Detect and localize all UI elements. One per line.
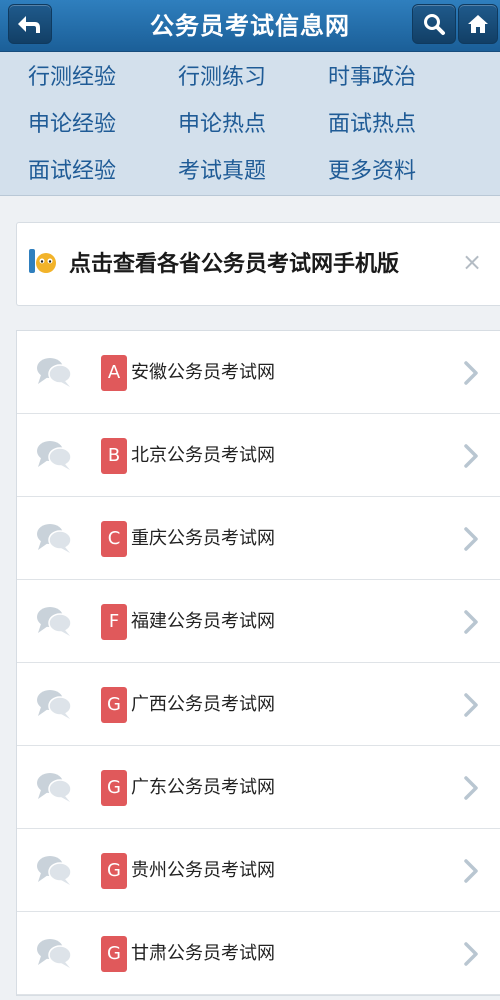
chevron-right-icon bbox=[464, 942, 478, 966]
category-link[interactable]: 面试经验 bbox=[28, 152, 178, 192]
province-name: 广东公务员考试网 bbox=[131, 777, 275, 798]
list-item[interactable]: G 广西公务员考试网 bbox=[17, 663, 500, 746]
chat-bubble-icon bbox=[37, 524, 72, 553]
chat-bubble-icon bbox=[37, 358, 72, 387]
chat-bubble-icon bbox=[37, 939, 72, 968]
chat-bubble-icon bbox=[37, 690, 72, 719]
category-link[interactable]: 行测练习 bbox=[178, 58, 328, 98]
list-item[interactable]: A 安徽公务员考试网 bbox=[17, 331, 500, 414]
top-bar: 公务员考试信息网 bbox=[0, 0, 500, 52]
province-name: 甘肃公务员考试网 bbox=[131, 943, 275, 964]
letter-badge: A bbox=[101, 355, 127, 391]
chevron-right-icon bbox=[464, 859, 478, 883]
category-link[interactable]: 申论热点 bbox=[178, 105, 328, 145]
letter-badge: G bbox=[101, 770, 127, 806]
letter-badge: G bbox=[101, 853, 127, 889]
province-name: 安徽公务员考试网 bbox=[131, 362, 275, 383]
chevron-right-icon bbox=[464, 610, 478, 634]
chat-bubble-icon bbox=[37, 856, 72, 885]
category-link[interactable]: 行测经验 bbox=[28, 58, 178, 98]
list-item[interactable]: G 甘肃公务员考试网 bbox=[17, 912, 500, 995]
letter-badge: G bbox=[101, 687, 127, 723]
mobile-version-notice[interactable]: 点击查看各省公务员考试网手机版 × bbox=[16, 222, 500, 306]
chat-bubble-icon bbox=[37, 441, 72, 470]
home-icon bbox=[468, 15, 488, 33]
list-item[interactable]: G 贵州公务员考试网 bbox=[17, 829, 500, 912]
letter-badge: F bbox=[101, 604, 127, 640]
province-name: 贵州公务员考试网 bbox=[131, 860, 275, 881]
list-item[interactable]: C 重庆公务员考试网 bbox=[17, 497, 500, 580]
category-link[interactable]: 申论经验 bbox=[28, 105, 178, 145]
category-link[interactable]: 更多资料 bbox=[328, 152, 478, 192]
chevron-right-icon bbox=[464, 527, 478, 551]
search-icon bbox=[424, 14, 445, 35]
chevron-right-icon bbox=[464, 776, 478, 800]
notice-text: 点击查看各省公务员考试网手机版 bbox=[69, 252, 400, 277]
province-name: 福建公务员考试网 bbox=[131, 611, 275, 632]
category-link[interactable]: 面试热点 bbox=[328, 105, 478, 145]
category-link[interactable]: 时事政治 bbox=[328, 58, 478, 98]
chat-bubble-icon bbox=[37, 773, 72, 802]
province-name: 广西公务员考试网 bbox=[131, 694, 275, 715]
list-item[interactable]: G 广东公务员考试网 bbox=[17, 746, 500, 829]
list-item[interactable]: B 北京公务员考试网 bbox=[17, 414, 500, 497]
province-name: 北京公务员考试网 bbox=[131, 445, 275, 466]
close-icon[interactable]: × bbox=[459, 249, 485, 275]
category-nav: 行测经验 行测练习 时事政治 申论经验 申论热点 面试热点 面试经验 考试真题 … bbox=[0, 52, 500, 196]
list-item[interactable]: F 福建公务员考试网 bbox=[17, 580, 500, 663]
chevron-right-icon bbox=[464, 693, 478, 717]
search-button[interactable] bbox=[412, 4, 456, 44]
chevron-right-icon bbox=[464, 444, 478, 468]
letter-badge: B bbox=[101, 438, 127, 474]
site-logo-icon bbox=[29, 249, 56, 273]
letter-badge: G bbox=[101, 936, 127, 972]
home-button[interactable] bbox=[458, 4, 498, 44]
chevron-right-icon bbox=[464, 361, 478, 385]
letter-badge: C bbox=[101, 521, 127, 557]
chat-bubble-icon bbox=[37, 607, 72, 636]
province-name: 重庆公务员考试网 bbox=[131, 528, 275, 549]
province-list: A 安徽公务员考试网 B 北京公务员考试网 C 重庆公务员考试网 F 福建公务员… bbox=[16, 330, 500, 996]
category-link[interactable]: 考试真题 bbox=[178, 152, 328, 192]
